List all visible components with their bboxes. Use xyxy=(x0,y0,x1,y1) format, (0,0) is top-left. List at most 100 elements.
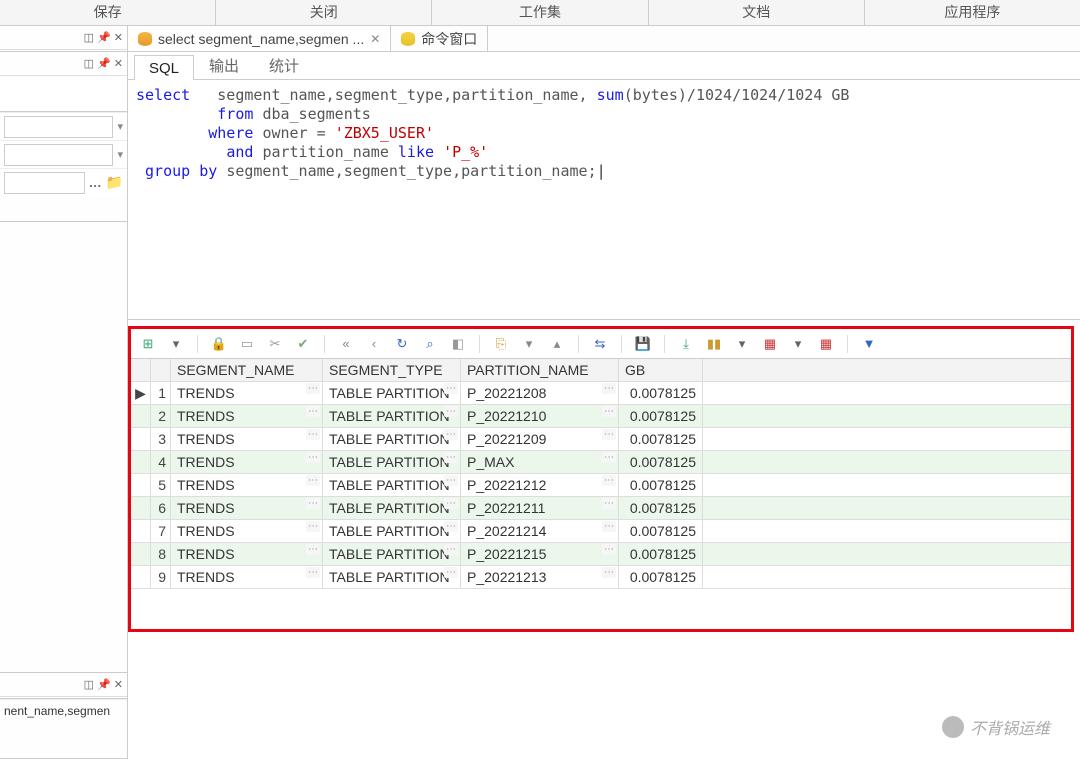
table-row[interactable]: 4TRENDS⋯TABLE PARTITION⋯P_MAX⋯0.0078125 xyxy=(131,451,1071,474)
dropdown-icon[interactable]: ▾ xyxy=(165,333,187,355)
export-icon[interactable]: ⤓ xyxy=(675,333,697,355)
grid2-icon[interactable]: ▦ xyxy=(815,333,837,355)
dock-icon[interactable]: ◫ xyxy=(84,31,94,44)
first-icon[interactable]: « xyxy=(335,333,357,355)
browse-icon[interactable]: … xyxy=(89,175,102,190)
table-row[interactable]: 3TRENDS⋯TABLE PARTITION⋯P_20221209⋯0.007… xyxy=(131,428,1071,451)
cell[interactable]: TABLE PARTITION⋯ xyxy=(323,451,461,473)
column-header[interactable]: GB xyxy=(619,359,703,381)
table-icon[interactable]: ▦ xyxy=(759,333,781,355)
menu-item[interactable]: 应用程序 xyxy=(865,0,1080,25)
cell[interactable]: 0.0078125 xyxy=(619,428,703,450)
dock-icon[interactable]: ◫ xyxy=(84,678,94,691)
cell[interactable]: TRENDS⋯ xyxy=(171,405,323,427)
cell[interactable]: TABLE PARTITION⋯ xyxy=(323,382,461,404)
cell[interactable]: TRENDS⋯ xyxy=(171,428,323,450)
cell[interactable]: 0.0078125 xyxy=(619,520,703,542)
check-icon[interactable]: ✔ xyxy=(292,333,314,355)
cell[interactable]: P_20221208⋯ xyxy=(461,382,619,404)
cell[interactable]: TRENDS⋯ xyxy=(171,382,323,404)
save-icon[interactable]: 💾 xyxy=(632,333,654,355)
find-icon[interactable]: ⌕ xyxy=(419,333,441,355)
pin-icon[interactable]: 📌 xyxy=(97,57,111,70)
dropdown3-icon[interactable]: ▾ xyxy=(787,333,809,355)
path-input[interactable] xyxy=(4,172,85,194)
menu-item[interactable]: 文档 xyxy=(649,0,865,25)
cell[interactable]: 0.0078125 xyxy=(619,543,703,565)
cell[interactable]: P_20221212⋯ xyxy=(461,474,619,496)
table-row[interactable]: 9TRENDS⋯TABLE PARTITION⋯P_20221213⋯0.007… xyxy=(131,566,1071,589)
up-icon[interactable]: ▴ xyxy=(546,333,568,355)
filter-input-2[interactable] xyxy=(4,144,113,166)
grid-icon[interactable]: ⊞ xyxy=(137,333,159,355)
cell[interactable]: TRENDS⋯ xyxy=(171,451,323,473)
folder-icon[interactable]: 📁 xyxy=(106,174,123,191)
lock-icon[interactable]: 🔒 xyxy=(208,333,230,355)
doc-tab[interactable]: 命令窗口 xyxy=(391,26,488,51)
cell[interactable]: P_20221213⋯ xyxy=(461,566,619,588)
erase-icon[interactable]: ◧ xyxy=(447,333,469,355)
cell[interactable]: 0.0078125 xyxy=(619,566,703,588)
table-row[interactable]: 7TRENDS⋯TABLE PARTITION⋯P_20221214⋯0.007… xyxy=(131,520,1071,543)
table-row[interactable]: 2TRENDS⋯TABLE PARTITION⋯P_20221210⋯0.007… xyxy=(131,405,1071,428)
table-row[interactable]: 6TRENDS⋯TABLE PARTITION⋯P_20221211⋯0.007… xyxy=(131,497,1071,520)
cell[interactable]: TRENDS⋯ xyxy=(171,543,323,565)
filter-icon[interactable]: ▼ xyxy=(858,333,880,355)
sub-tab[interactable]: SQL xyxy=(134,55,194,80)
cell[interactable]: P_20221215⋯ xyxy=(461,543,619,565)
cell[interactable]: P_MAX⋯ xyxy=(461,451,619,473)
column-header[interactable]: PARTITION_NAME xyxy=(461,359,619,381)
cell[interactable]: P_20221211⋯ xyxy=(461,497,619,519)
cell[interactable]: 0.0078125 xyxy=(619,382,703,404)
page-icon[interactable]: ▭ xyxy=(236,333,258,355)
close-icon[interactable]: ✕ xyxy=(114,57,123,70)
chart-icon[interactable]: ▮▮ xyxy=(703,333,725,355)
column-header[interactable]: SEGMENT_NAME xyxy=(171,359,323,381)
cell[interactable]: TRENDS⋯ xyxy=(171,474,323,496)
cell[interactable]: TABLE PARTITION⋯ xyxy=(323,474,461,496)
table-row[interactable]: ▶1TRENDS⋯TABLE PARTITION⋯P_20221208⋯0.00… xyxy=(131,382,1071,405)
pin-icon[interactable]: 📌 xyxy=(97,31,111,44)
copy-icon[interactable]: ⎘ xyxy=(490,333,512,355)
cell[interactable]: 0.0078125 xyxy=(619,474,703,496)
cell[interactable]: TRENDS⋯ xyxy=(171,520,323,542)
cell[interactable]: 0.0078125 xyxy=(619,451,703,473)
cell[interactable]: TABLE PARTITION⋯ xyxy=(323,520,461,542)
chevron-down-icon[interactable]: ▾ xyxy=(117,148,123,161)
column-header[interactable]: SEGMENT_TYPE xyxy=(323,359,461,381)
cell[interactable]: TRENDS⋯ xyxy=(171,497,323,519)
dropdown2-icon[interactable]: ▾ xyxy=(731,333,753,355)
filter-input-1[interactable] xyxy=(4,116,113,138)
close-icon[interactable]: ✕ xyxy=(114,678,123,691)
dock-icon[interactable]: ◫ xyxy=(84,57,94,70)
sub-tab[interactable]: 输出 xyxy=(194,50,254,79)
cell[interactable]: TABLE PARTITION⋯ xyxy=(323,428,461,450)
menu-item[interactable]: 保存 xyxy=(0,0,216,25)
cut-icon[interactable]: ✂ xyxy=(264,333,286,355)
table-row[interactable]: 8TRENDS⋯TABLE PARTITION⋯P_20221215⋯0.007… xyxy=(131,543,1071,566)
close-icon[interactable]: ✕ xyxy=(114,31,123,44)
cell[interactable]: TABLE PARTITION⋯ xyxy=(323,566,461,588)
doc-tab[interactable]: select segment_name,segmen ...✕ xyxy=(128,26,391,51)
cell[interactable]: 0.0078125 xyxy=(619,497,703,519)
refresh-icon[interactable]: ↻ xyxy=(391,333,413,355)
menu-item[interactable]: 关闭 xyxy=(216,0,432,25)
prev-icon[interactable]: ‹ xyxy=(363,333,385,355)
table-row[interactable]: 5TRENDS⋯TABLE PARTITION⋯P_20221212⋯0.007… xyxy=(131,474,1071,497)
cell[interactable]: P_20221214⋯ xyxy=(461,520,619,542)
cell[interactable]: P_20221209⋯ xyxy=(461,428,619,450)
cell[interactable]: TABLE PARTITION⋯ xyxy=(323,405,461,427)
close-icon[interactable]: ✕ xyxy=(370,32,380,46)
cell[interactable]: TABLE PARTITION⋯ xyxy=(323,543,461,565)
link-icon[interactable]: ⇆ xyxy=(589,333,611,355)
pin-icon[interactable]: 📌 xyxy=(97,678,111,691)
cell[interactable]: TABLE PARTITION⋯ xyxy=(323,497,461,519)
sub-tab[interactable]: 统计 xyxy=(254,50,314,79)
cell[interactable]: TRENDS⋯ xyxy=(171,566,323,588)
cell[interactable]: 0.0078125 xyxy=(619,405,703,427)
cell[interactable]: P_20221210⋯ xyxy=(461,405,619,427)
down-icon[interactable]: ▾ xyxy=(518,333,540,355)
menu-item[interactable]: 工作集 xyxy=(432,0,648,25)
sql-editor[interactable]: select segment_name,segment_type,partiti… xyxy=(128,80,1080,320)
chevron-down-icon[interactable]: ▾ xyxy=(117,120,123,133)
